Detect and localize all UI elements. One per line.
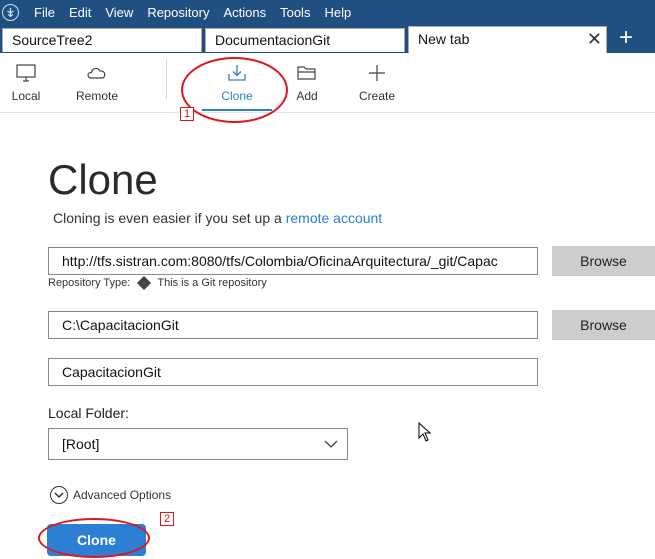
bookmark-name-input[interactable]: CapacitacionGit <box>48 358 538 386</box>
page-title: Clone <box>48 156 158 203</box>
tab-label: DocumentacionGit <box>215 32 331 48</box>
annotation-number-1: 1 <box>180 107 194 121</box>
local-button[interactable]: Local <box>4 53 48 111</box>
tab-documentaciongit[interactable]: DocumentacionGit <box>205 28 405 52</box>
source-url-input[interactable]: http://tfs.sistran.com:8080/tfs/Colombia… <box>48 247 538 275</box>
tab-new-tab[interactable]: New tab ✕ <box>408 26 607 53</box>
toolbar-divider <box>166 59 167 99</box>
page-subtitle: Cloning is even easier if you set up a r… <box>53 210 382 226</box>
tab-label: SourceTree2 <box>12 32 93 48</box>
destination-path-input[interactable]: C:\CapacitacionGit <box>48 311 538 339</box>
create-button[interactable]: Create <box>354 53 400 111</box>
menu-repository[interactable]: Repository <box>140 0 216 25</box>
menu-edit[interactable]: Edit <box>62 0 98 25</box>
sourcetree-logo-icon[interactable] <box>2 4 19 21</box>
menu-file[interactable]: File <box>27 0 62 25</box>
advanced-options-label: Advanced Options <box>73 488 172 502</box>
browse-source-button[interactable]: Browse <box>552 246 655 276</box>
cloud-icon <box>87 67 106 79</box>
tab-label: New tab <box>418 31 470 47</box>
git-icon <box>137 275 152 291</box>
mouse-cursor-icon <box>418 422 432 442</box>
annotation-ellipse-1 <box>181 57 288 123</box>
tab-sourcetree2[interactable]: SourceTree2 <box>2 28 202 52</box>
add-button[interactable]: Add <box>284 53 330 111</box>
menu-view[interactable]: View <box>98 0 140 25</box>
subtitle-text: Cloning is even easier if you set up a <box>53 210 286 226</box>
chevron-down-icon <box>324 440 338 448</box>
add-label: Add <box>296 89 318 103</box>
create-label: Create <box>358 89 396 103</box>
chevron-down-circle-icon <box>50 486 68 504</box>
repository-type-label: Repository Type: <box>48 277 131 289</box>
repository-type-value: This is a Git repository <box>157 277 267 289</box>
remote-button[interactable]: Remote <box>72 53 122 111</box>
plus-icon <box>369 65 385 81</box>
tab-bar: SourceTree2 DocumentacionGit New tab ✕ + <box>0 25 655 53</box>
browse-destination-button[interactable]: Browse <box>552 310 655 340</box>
folder-icon <box>297 66 316 80</box>
menu-tools[interactable]: Tools <box>273 0 317 25</box>
monitor-icon <box>16 64 36 82</box>
remote-account-link[interactable]: remote account <box>286 210 383 226</box>
local-label: Local <box>11 89 41 103</box>
local-folder-label: Local Folder: <box>48 405 129 421</box>
repository-type: Repository Type: This is a Git repositor… <box>48 275 267 291</box>
annotation-ellipse-2 <box>38 518 150 558</box>
annotation-number-2: 2 <box>160 512 174 526</box>
menu-help[interactable]: Help <box>317 0 358 25</box>
local-folder-select[interactable]: [Root] <box>48 428 348 460</box>
menu-bar: File Edit View Repository Actions Tools … <box>0 0 655 25</box>
local-folder-value: [Root] <box>62 436 100 452</box>
close-icon[interactable]: ✕ <box>587 27 602 51</box>
advanced-options-toggle[interactable]: Advanced Options <box>50 486 171 504</box>
remote-label: Remote <box>75 89 119 103</box>
menu-actions[interactable]: Actions <box>216 0 273 25</box>
new-tab-button[interactable]: + <box>611 25 641 53</box>
toolbar: Local Remote Clone Add Create <box>0 53 655 113</box>
